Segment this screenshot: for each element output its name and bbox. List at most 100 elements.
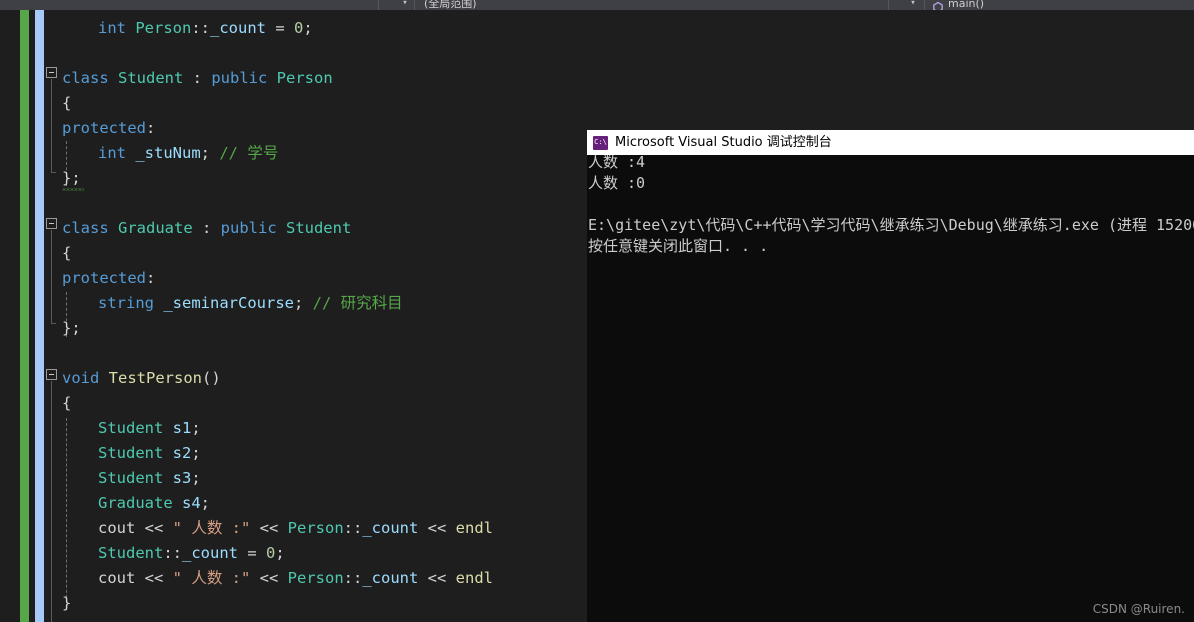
line-class-graduate-token-4: Student (285, 219, 352, 237)
console-output-area[interactable]: 人数 :4 人数 :0 E:\gitee\zyt\代码\C++代码\学习代码\继承练… (587, 155, 1194, 622)
fold-toggle-testperson[interactable] (46, 369, 57, 380)
console-title-bar[interactable]: C:\ Microsoft Visual Studio 调试控制台 (587, 130, 1194, 155)
line-cout-1-token-5: :: (343, 519, 363, 537)
line-student-protected-token-0: protected (62, 119, 146, 137)
line-class-student-token-1: Student (118, 69, 184, 87)
line-decl-s3-token-0: Student (98, 469, 164, 487)
line-student-protected[interactable]: protected: (62, 116, 155, 141)
screenshot-root: ▾ (全局范围) ▾ main() int Person::_count = 0… (0, 0, 1194, 622)
line-seminarcourse-token-2: _seminarCourse (163, 294, 294, 312)
line-student-open[interactable]: { (62, 91, 71, 116)
fold-guide-foot-graduate (51, 323, 56, 324)
line-int-person-count-token-5: = (266, 19, 295, 37)
line-testperson-sig[interactable]: void TestPerson() (62, 366, 221, 391)
line-int-person-count-token-7: ; (303, 19, 313, 37)
scope-dropdown-caret-icon[interactable]: ▾ (400, 0, 410, 9)
line-cout-2-token-1: << (135, 569, 173, 587)
line-class-student-token-0: class (62, 69, 118, 87)
line-graduate-protected-token-0: protected (62, 269, 146, 287)
line-decl-s3-token-1 (163, 469, 172, 487)
fold-toggle-class-graduate[interactable] (46, 218, 57, 229)
line-int-person-count-token-6: 0 (294, 19, 304, 37)
console-window-icon: C:\ (593, 135, 608, 150)
line-graduate-open[interactable]: { (62, 241, 71, 266)
line-class-graduate-token-0: class (62, 219, 118, 237)
selection-margin-bar[interactable] (35, 10, 44, 622)
console-output-line: E:\gitee\zyt\代码\C++代码\学习代码\继承练习\Debug\继承… (588, 216, 1194, 234)
line-stunum-token-4: // 学号 (210, 144, 279, 162)
line-testperson-sig-token-1: TestPerson (108, 369, 202, 387)
line-student-count-assign-token-4: 0 (266, 544, 276, 562)
line-class-student[interactable]: class Student : public Person (62, 66, 333, 91)
line-graduate-protected[interactable]: protected: (62, 266, 155, 291)
line-student-close-token-0: }; (62, 169, 81, 187)
line-decl-s1[interactable]: Student s1; (98, 416, 201, 441)
line-decl-s2-token-2: s2 (172, 444, 192, 462)
line-cout-2-token-7: << (418, 569, 456, 587)
line-decl-s4-token-2: s4 (182, 494, 201, 512)
line-decl-s1-token-3: ; (191, 419, 201, 437)
navbar-divider-1 (378, 0, 379, 10)
line-class-graduate-token-3: public (220, 219, 286, 237)
line-stunum-token-0: int (98, 144, 126, 162)
line-cout-1-token-4: Person (287, 519, 344, 537)
member-dropdown-caret-icon[interactable]: ▾ (908, 0, 918, 9)
line-seminarcourse-token-0: string (98, 294, 154, 312)
line-int-person-count-token-1 (126, 19, 135, 37)
console-output-line: 人数 :0 (588, 174, 646, 192)
line-class-graduate[interactable]: class Graduate : public Student (62, 216, 351, 241)
line-int-person-count-token-4: _count (210, 19, 267, 37)
line-graduate-close-token-0: }; (62, 319, 81, 337)
console-output-line: 按任意键关闭此窗口. . . (588, 237, 769, 255)
line-decl-s4-token-3: ; (200, 494, 211, 512)
line-cout-2[interactable]: cout << " 人数 :" << Person::_count << end… (98, 566, 493, 591)
line-cout-1-token-3: << (250, 519, 288, 537)
fold-guide-foot-student (51, 172, 56, 173)
line-decl-s3-token-2: s3 (172, 469, 192, 487)
line-testperson-sig-token-2: () (202, 369, 221, 387)
line-int-person-count-token-2: Person (135, 19, 192, 37)
navbar-divider-4 (924, 0, 925, 10)
line-testperson-open[interactable]: { (62, 391, 71, 416)
line-student-protected-token-1: : (146, 119, 156, 137)
line-student-close[interactable]: }; (62, 166, 81, 191)
line-seminarcourse[interactable]: string _seminarCourse; // 研究科目 (98, 291, 403, 316)
line-student-count-assign-token-1: :: (163, 544, 182, 562)
line-cout-1-token-0: cout (98, 519, 136, 537)
line-decl-s2[interactable]: Student s2; (98, 441, 201, 466)
line-class-graduate-token-2: : (192, 219, 221, 237)
line-student-count-assign-token-3: = (238, 544, 266, 562)
line-cout-2-token-0: cout (98, 569, 136, 587)
member-dropdown-label[interactable]: main() (948, 0, 1188, 10)
line-decl-s3-token-3: ; (191, 469, 201, 487)
line-decl-s4[interactable]: Graduate s4; (98, 491, 210, 516)
line-testperson-sig-token-0: void (62, 369, 109, 387)
line-testperson-open-token-0: { (62, 394, 72, 412)
line-class-graduate-token-1: Graduate (118, 219, 193, 237)
line-int-person-count[interactable]: int Person::_count = 0; (98, 16, 313, 41)
line-testperson-close[interactable]: } (62, 591, 71, 616)
line-cout-2-token-6: _count (362, 569, 419, 587)
fold-toggle-class-student[interactable] (46, 67, 57, 78)
line-cout-1[interactable]: cout << " 人数 :" << Person::_count << end… (98, 516, 493, 541)
line-decl-s1-token-0: Student (98, 419, 164, 437)
line-student-count-assign-token-5: ; (275, 544, 285, 562)
line-graduate-open-token-0: { (62, 244, 72, 262)
debug-console-window[interactable]: C:\ Microsoft Visual Studio 调试控制台 人数 :4 人… (587, 130, 1194, 622)
line-decl-s3[interactable]: Student s3; (98, 466, 201, 491)
scope-dropdown-label[interactable]: (全局范围) (424, 0, 884, 10)
line-class-student-token-4: Person (276, 69, 333, 87)
line-cout-2-token-4: Person (287, 569, 344, 587)
line-class-student-token-2: : (183, 69, 212, 87)
line-student-count-assign-token-0: Student (98, 544, 164, 562)
line-cout-2-token-3: << (250, 569, 288, 587)
fold-guide-graduate (51, 230, 52, 323)
line-student-count-assign[interactable]: Student::_count = 0; (98, 541, 285, 566)
line-cout-2-token-8: endl (455, 569, 493, 587)
line-stunum[interactable]: int _stuNum; // 学号 (98, 141, 278, 166)
line-decl-s2-token-3: ; (191, 444, 201, 462)
line-student-open-token-0: { (62, 94, 72, 112)
navbar-divider-3 (888, 0, 889, 10)
line-stunum-token-3: ; (200, 144, 211, 162)
line-graduate-close[interactable]: }; (62, 316, 81, 341)
